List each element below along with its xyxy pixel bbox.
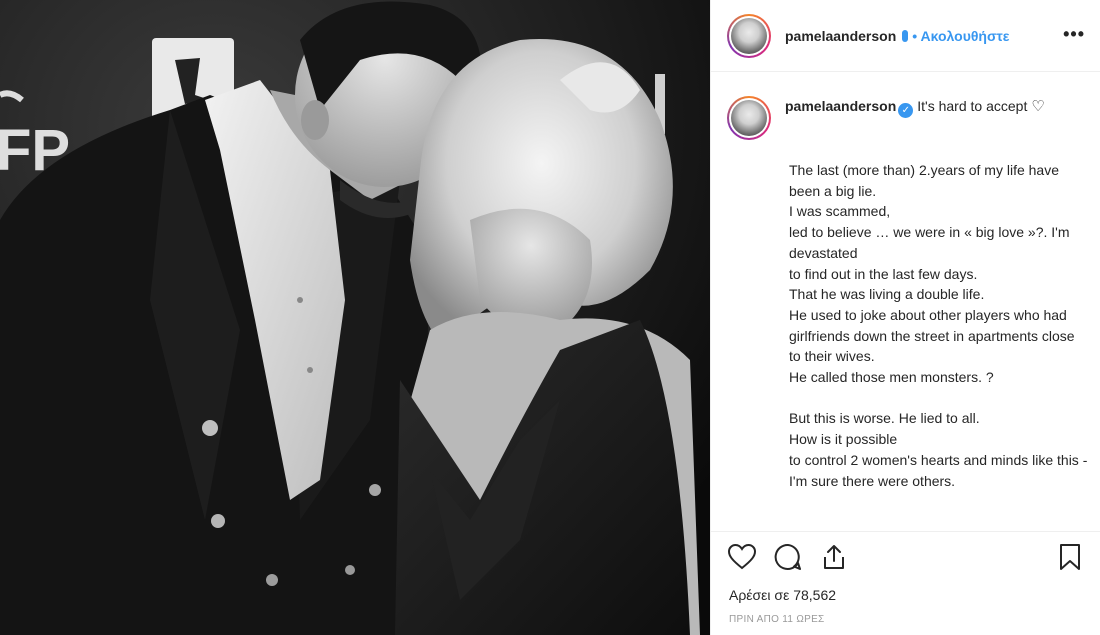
header-username[interactable]: pamelaanderson (785, 28, 896, 44)
photo-illustration: FP N (0, 0, 710, 635)
caption-body: The last (more than) 2.years of my life … (789, 162, 1087, 489)
caption-heading: pamelaanderson ✓ It's hard to accept ♡ (785, 96, 1045, 140)
caption-avatar-image (731, 100, 767, 136)
caption-avatar[interactable] (727, 96, 771, 140)
verified-icon (902, 29, 909, 42)
share-icon[interactable] (819, 542, 849, 572)
bookmark-icon[interactable] (1055, 542, 1085, 572)
caption-username[interactable]: pamelaanderson (785, 98, 896, 114)
caption-heart-icon: ♡ (1031, 98, 1045, 115)
post-timestamp[interactable]: ΠΡΙΝ ΑΠΟ 11 ΩΡΕΣ (729, 614, 825, 625)
likes-count[interactable]: Αρέσει σε 78,562 (729, 587, 836, 603)
avatar-image (731, 17, 767, 54)
more-options-icon[interactable]: ••• (1063, 24, 1085, 45)
avatar[interactable] (727, 13, 771, 58)
caption-title: It's hard to accept (917, 98, 1028, 114)
instagram-post: FP N (0, 0, 1100, 635)
caption-area: pamelaanderson ✓ It's hard to accept ♡ The… (727, 96, 1087, 524)
follow-button[interactable]: • Ακολουθήστε (912, 28, 1009, 44)
comment-icon[interactable] (773, 542, 803, 572)
heart-icon[interactable] (727, 542, 757, 572)
post-header: pamelaanderson • Ακολουθήστε ••• (711, 0, 1100, 72)
post-photo[interactable]: FP N (0, 0, 710, 635)
verified-badge-icon: ✓ (898, 103, 914, 118)
post-actions: Αρέσει σε 78,562 ΠΡΙΝ ΑΠΟ 11 ΩΡΕΣ (711, 531, 1100, 635)
post-side-panel: pamelaanderson • Ακολουθήστε ••• pamelaa… (710, 0, 1100, 635)
